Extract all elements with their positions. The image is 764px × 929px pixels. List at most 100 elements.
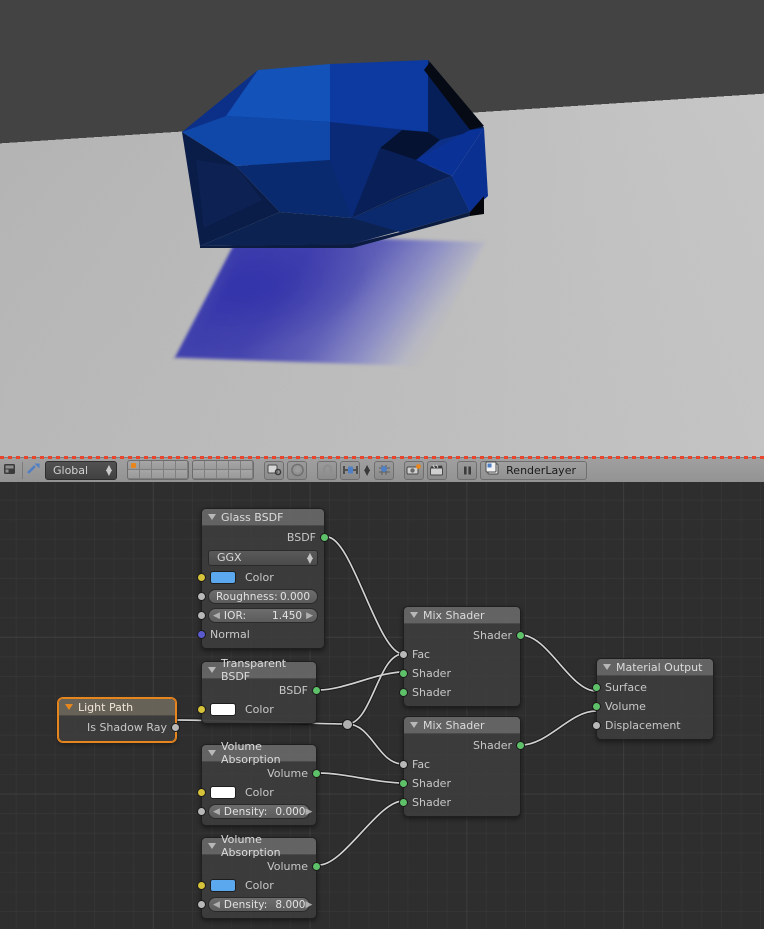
input-socket-density[interactable] xyxy=(197,806,206,816)
input-row-shader-1[interactable]: Shader xyxy=(399,664,520,683)
input-socket-displacement[interactable] xyxy=(592,720,601,730)
color-swatch[interactable] xyxy=(210,879,236,892)
output-row-bsdf[interactable]: BSDF xyxy=(202,528,329,547)
right-arrow-icon[interactable]: ▶ xyxy=(305,900,312,910)
collapse-triangle-icon[interactable] xyxy=(65,704,73,710)
input-row-shader-2[interactable]: Shader xyxy=(399,793,520,812)
layer-group-b[interactable] xyxy=(192,460,254,480)
input-socket-volume[interactable] xyxy=(592,701,601,711)
color-row[interactable]: Color xyxy=(197,783,316,802)
collapse-triangle-icon[interactable] xyxy=(410,612,418,618)
object-mode-button[interactable] xyxy=(264,460,284,480)
layer-cell[interactable] xyxy=(164,461,176,470)
color-row[interactable]: Color xyxy=(197,876,316,895)
input-row-volume[interactable]: Volume xyxy=(592,697,713,716)
input-socket-color[interactable] xyxy=(197,704,206,714)
layer-cell[interactable] xyxy=(205,470,217,479)
output-socket-is-shadow-ray[interactable] xyxy=(171,722,180,732)
layer-cell[interactable] xyxy=(217,461,229,470)
input-socket-density[interactable] xyxy=(197,899,206,909)
collapse-triangle-icon[interactable] xyxy=(208,667,216,673)
density-slider[interactable]: ◀ Density: 0.000 ▶ xyxy=(208,804,312,819)
right-arrow-icon[interactable]: ▶ xyxy=(305,807,312,817)
input-row-fac[interactable]: Fac xyxy=(399,645,520,664)
input-socket-shader-1[interactable] xyxy=(399,778,408,788)
transform-orientation-dropdown[interactable]: Global ▲ ▼ xyxy=(45,460,117,480)
left-arrow-icon[interactable]: ◀ xyxy=(213,611,220,621)
node-mix-shader-2[interactable]: Mix Shader Shader Fac Shader Shader xyxy=(399,716,525,817)
input-socket-color[interactable] xyxy=(197,880,206,890)
collapse-triangle-icon[interactable] xyxy=(208,514,216,520)
input-row-displacement[interactable]: Displacement xyxy=(592,716,713,735)
3d-viewport[interactable] xyxy=(0,0,764,457)
input-socket-shader-1[interactable] xyxy=(399,668,408,678)
ior-row[interactable]: ◀ IOR: 1.450 ▶ xyxy=(197,606,324,625)
layer-cell[interactable] xyxy=(241,461,253,470)
shader-node-editor[interactable]: Glass BSDF BSDF GGX ▲ ▼ Color Roughness:… xyxy=(0,482,764,929)
layer-cell[interactable] xyxy=(152,470,164,479)
node-transparent-bsdf[interactable]: Transparent BSDF BSDF Color xyxy=(197,657,321,724)
input-socket-color[interactable] xyxy=(197,572,206,582)
normal-row[interactable]: Normal xyxy=(197,625,324,644)
camera-icon[interactable] xyxy=(404,460,425,480)
layer-cell[interactable] xyxy=(229,461,241,470)
node-header[interactable]: Material Output xyxy=(597,659,713,676)
layer-cell[interactable] xyxy=(217,470,229,479)
color-row[interactable]: Color xyxy=(197,568,324,587)
distribution-dropdown[interactable]: GGX ▲ ▼ xyxy=(208,549,318,566)
magnet-icon[interactable] xyxy=(317,460,337,480)
collapse-triangle-icon[interactable] xyxy=(603,664,611,670)
input-row-shader-2[interactable]: Shader xyxy=(399,683,520,702)
layer-group-a[interactable] xyxy=(127,460,189,480)
distribution-row[interactable]: GGX ▲ ▼ xyxy=(202,547,324,568)
layer-cell[interactable] xyxy=(164,470,176,479)
node-header[interactable]: Mix Shader xyxy=(404,607,520,624)
reroute-node[interactable] xyxy=(342,719,353,730)
node-mix-shader-1[interactable]: Mix Shader Shader Fac Shader Shader xyxy=(399,606,525,707)
collapse-triangle-icon[interactable] xyxy=(208,750,216,756)
input-socket-ior[interactable] xyxy=(197,610,206,620)
output-row-shader[interactable]: Shader xyxy=(404,626,525,645)
output-row-is-shadow-ray[interactable]: Is Shadow Ray xyxy=(59,718,180,737)
output-row-bsdf[interactable]: BSDF xyxy=(202,681,321,700)
output-socket-shader[interactable] xyxy=(516,740,525,750)
output-row-shader[interactable]: Shader xyxy=(404,736,525,755)
left-arrow-icon[interactable]: ◀ xyxy=(213,900,220,910)
editor-type-icon[interactable] xyxy=(3,462,19,479)
input-socket-shader-2[interactable] xyxy=(399,687,408,697)
layer-cell[interactable] xyxy=(140,461,152,470)
node-volume-absorption-1[interactable]: Volume Absorption Volume Color ◀ Density… xyxy=(197,740,321,826)
layer-cell[interactable] xyxy=(152,461,164,470)
output-socket-shader[interactable] xyxy=(516,630,525,640)
right-arrow-icon[interactable]: ▶ xyxy=(306,611,313,621)
layer-cell[interactable] xyxy=(193,461,205,470)
clapperboard-icon[interactable] xyxy=(427,460,448,480)
output-socket-bsdf[interactable] xyxy=(320,532,329,542)
layer-cell[interactable] xyxy=(140,470,152,479)
layer-cell[interactable] xyxy=(128,461,140,470)
color-row[interactable]: Color xyxy=(197,700,316,719)
proportional-edit-button[interactable] xyxy=(374,460,395,480)
output-row-volume[interactable]: Volume xyxy=(202,764,321,783)
node-header[interactable]: Light Path xyxy=(59,699,175,716)
node-header[interactable]: Volume Absorption xyxy=(202,833,316,859)
input-socket-normal[interactable] xyxy=(197,629,206,639)
layer-cell[interactable] xyxy=(229,470,241,479)
ior-slider[interactable]: ◀ IOR: 1.450 ▶ xyxy=(208,608,318,623)
node-volume-absorption-2[interactable]: Volume Absorption Volume Color ◀ Density… xyxy=(197,833,321,919)
node-light-path[interactable]: Light Path Is Shadow Ray xyxy=(58,698,180,742)
renderlayer-selector[interactable]: RenderLayer xyxy=(480,460,587,480)
layer-cell[interactable] xyxy=(205,461,217,470)
density-row[interactable]: ◀ Density: 0.000 ▶ xyxy=(197,802,316,821)
snap-target-button[interactable] xyxy=(340,460,360,480)
left-arrow-icon[interactable]: ◀ xyxy=(213,807,220,817)
roughness-slider[interactable]: Roughness: 0.000 xyxy=(208,589,318,604)
layer-cell[interactable] xyxy=(176,470,188,479)
color-swatch[interactable] xyxy=(210,703,236,716)
transform-orientation-icon[interactable] xyxy=(26,461,42,479)
snap-dropdown-arrows-icon[interactable]: ▲ ▼ xyxy=(364,464,370,477)
node-header[interactable]: Mix Shader xyxy=(404,717,520,734)
viewport-header[interactable]: Global ▲ ▼ ▲ ▼ RenderLayer xyxy=(0,456,764,482)
input-row-shader-1[interactable]: Shader xyxy=(399,774,520,793)
node-header[interactable]: Transparent BSDF xyxy=(202,657,316,683)
